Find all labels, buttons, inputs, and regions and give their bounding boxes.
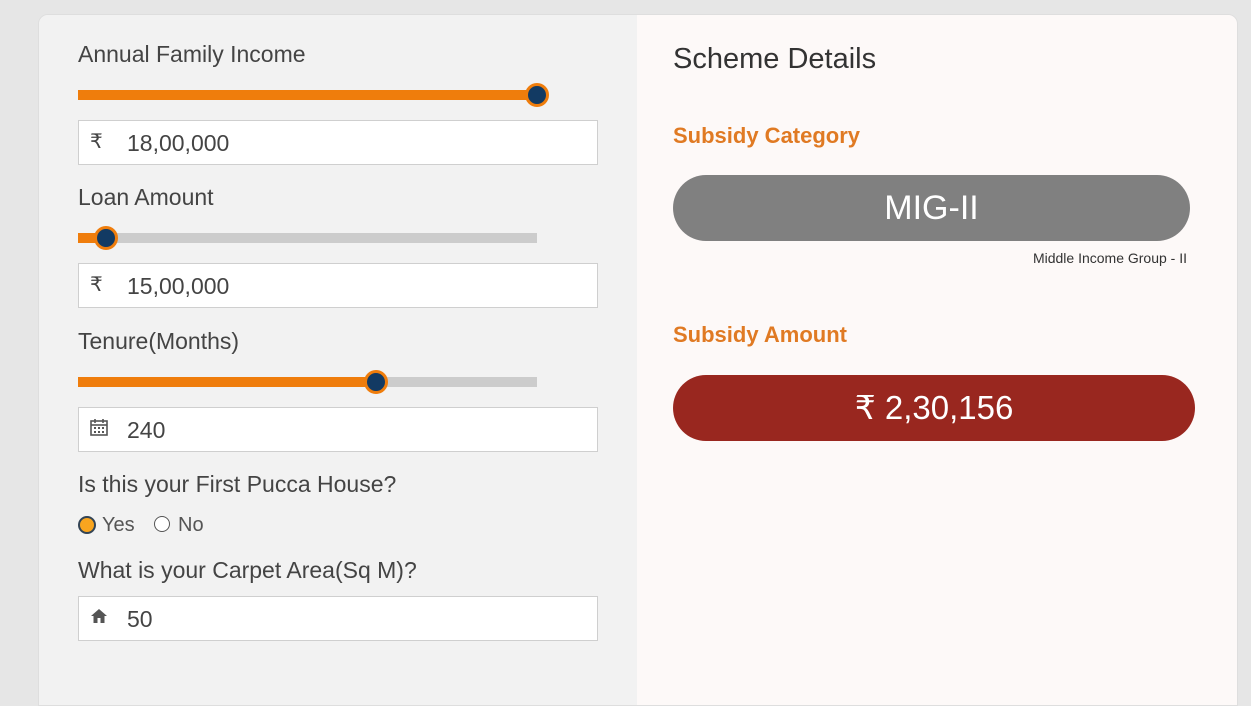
rupee-icon: ₹ [90,131,103,153]
loan-label: Loan Amount [78,184,214,210]
loan-input[interactable]: ₹ 15,00,000 [78,263,598,308]
tenure-value: 240 [127,417,166,443]
subsidy-amount-heading: Subsidy Amount [673,322,847,347]
rupee-icon: ₹ [90,274,103,296]
loan-slider-thumb[interactable] [93,226,118,250]
income-input[interactable]: ₹ 18,00,000 [78,120,598,165]
home-icon [90,607,110,629]
carpet-input[interactable]: 50 [78,596,598,641]
carpet-label: What is your Carpet Area(Sq M)? [78,557,417,583]
tenure-input[interactable]: 240 [78,407,598,452]
income-slider-fill [78,90,537,100]
radio-no-label[interactable]: No [178,514,204,537]
scheme-title: Scheme Details [673,43,877,75]
loan-value: 15,00,000 [127,273,230,299]
tenure-slider-thumb[interactable] [364,370,389,394]
subsidy-amount-value: ₹ 2,30,156 [673,375,1195,441]
income-slider-thumb[interactable] [525,83,549,107]
calendar-icon [90,418,110,440]
input-panel: Annual Family Income ₹ 18,00,000 Loan Am… [39,15,637,705]
income-value: 18,00,000 [127,130,230,156]
carpet-value: 50 [127,606,153,632]
tenure-slider[interactable] [78,370,537,394]
radio-yes[interactable] [78,516,96,534]
subsidy-category-note: Middle Income Group - II [1032,250,1187,266]
radio-no[interactable] [154,516,170,532]
scheme-panel: Scheme Details Subsidy Category MIG-II M… [637,15,1237,705]
loan-slider[interactable] [78,226,537,250]
subsidy-category-heading: Subsidy Category [673,123,861,148]
calculator-card: Annual Family Income ₹ 18,00,000 Loan Am… [38,14,1238,706]
tenure-slider-fill [78,377,377,387]
radio-yes-label[interactable]: Yes [102,514,135,537]
subsidy-category-badge: MIG-II [673,175,1190,241]
income-label: Annual Family Income [78,41,306,67]
first-house-question: Is this your First Pucca House? [78,471,397,497]
tenure-label: Tenure(Months) [78,328,240,354]
income-slider[interactable] [78,83,549,107]
